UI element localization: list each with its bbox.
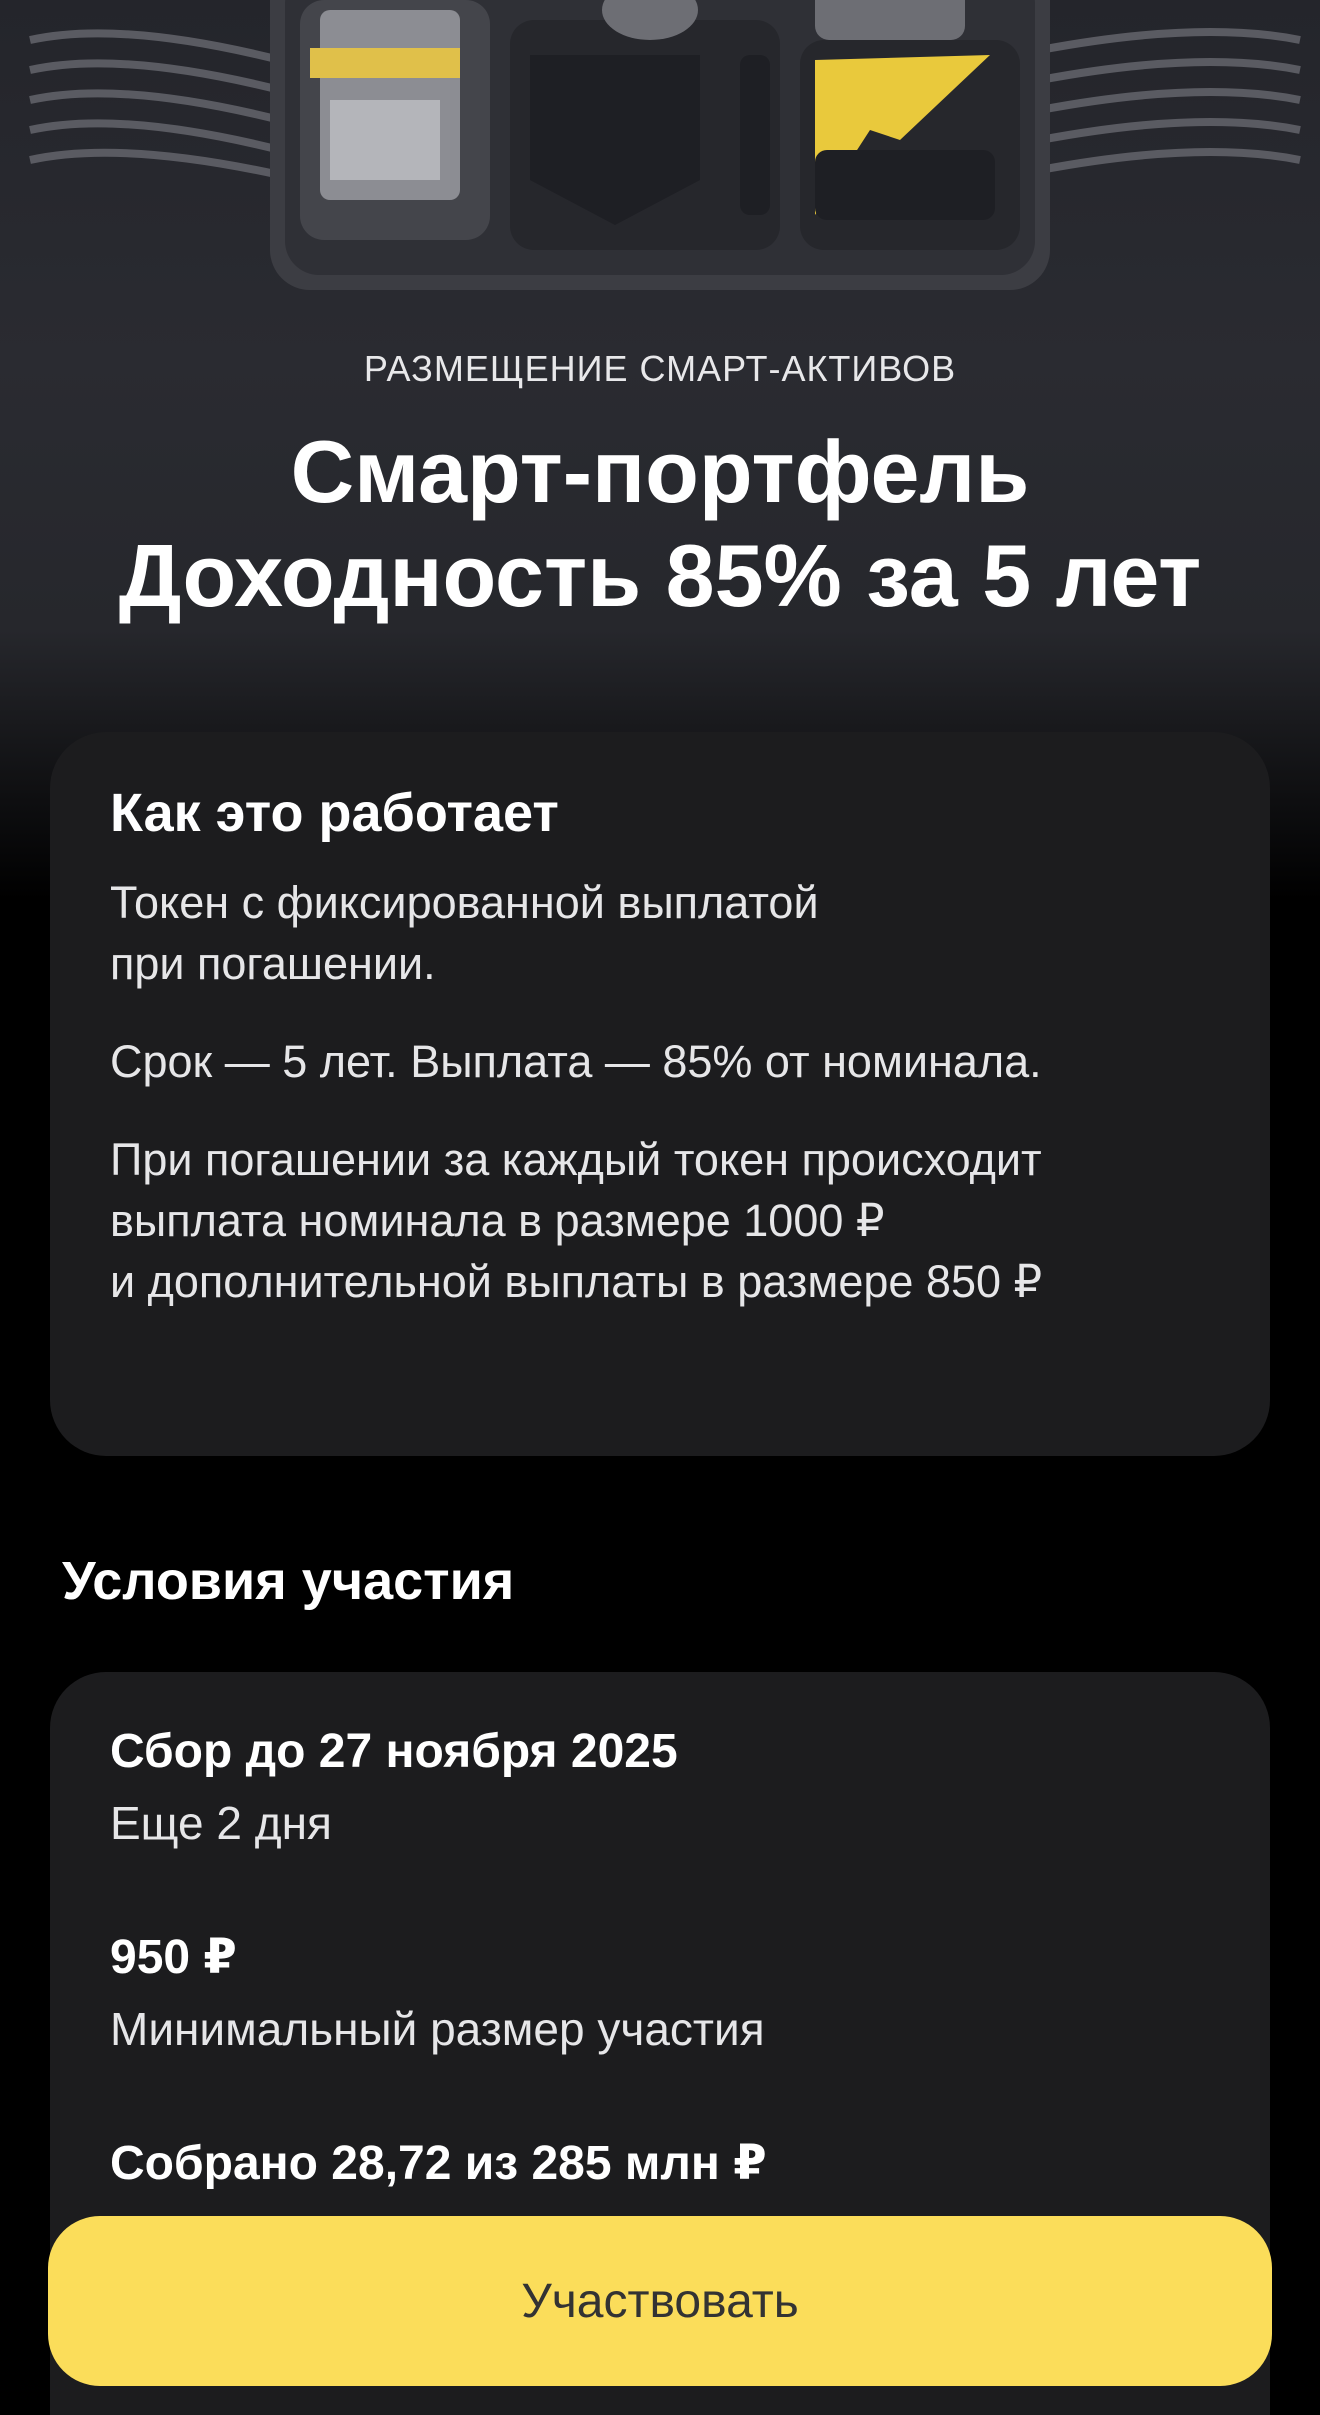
- how-it-works-paragraph3: При погашении за каждый токен происходит…: [110, 1129, 1230, 1312]
- paragraph1-line2: при погашении.: [110, 938, 436, 989]
- right-cables-icon: [1039, 28, 1301, 174]
- left-cables-icon: [29, 29, 281, 179]
- collected-amount: Собрано 28,72 из 285 млн ₽: [110, 2137, 767, 2190]
- deadline-label: Сбор до 27 ноября 2025: [110, 1725, 678, 1778]
- paragraph3-line3: и дополнительной выплаты в размере 850 ₽: [110, 1256, 1043, 1307]
- page: РАЗМЕЩЕНИЕ СМАРТ-АКТИВОВ Смарт-портфель …: [0, 0, 1320, 2415]
- paragraph3-line2: выплата номинала в размере 1000 ₽: [110, 1195, 885, 1246]
- hero-title-line1: Смарт-портфель: [290, 422, 1030, 521]
- min-amount-value: 950 ₽: [110, 1931, 237, 1984]
- how-it-works-card: Как это работает: [50, 732, 1270, 1456]
- conditions-min-amount: 950 ₽ Минимальный размер участия: [110, 1928, 1210, 2060]
- how-it-works-title: Как это работает: [110, 783, 559, 843]
- participate-button[interactable]: Участвовать: [48, 2216, 1272, 2386]
- how-it-works-paragraph1: Токен с фиксированной выплатой при погаш…: [110, 872, 1230, 994]
- hero-title: Смарт-портфель Доходность 85% за 5 лет: [0, 420, 1320, 628]
- paragraph1-line1: Токен с фиксированной выплатой: [110, 877, 819, 928]
- conditions-title: Условия участия: [62, 1551, 515, 1611]
- deadline-remaining: Еще 2 дня: [110, 1797, 332, 1849]
- hero-eyebrow: РАЗМЕЩЕНИЕ СМАРТ-АКТИВОВ: [363, 348, 957, 389]
- conditions-deadline: Сбор до 27 ноября 2025 Еще 2 дня: [110, 1722, 1210, 1854]
- paragraph3-line1: При погашении за каждый токен происходит: [110, 1134, 1042, 1185]
- conditions-collected: Собрано 28,72 из 285 млн ₽: [110, 2134, 1210, 2194]
- hero-title-line2: Доходность 85% за 5 лет: [118, 526, 1202, 625]
- how-it-works-paragraph2: Срок — 5 лет. Выплата — 85% от номинала.: [110, 1036, 1042, 1087]
- hero-illustration: [29, 0, 1301, 290]
- min-amount-label: Минимальный размер участия: [110, 2003, 765, 2055]
